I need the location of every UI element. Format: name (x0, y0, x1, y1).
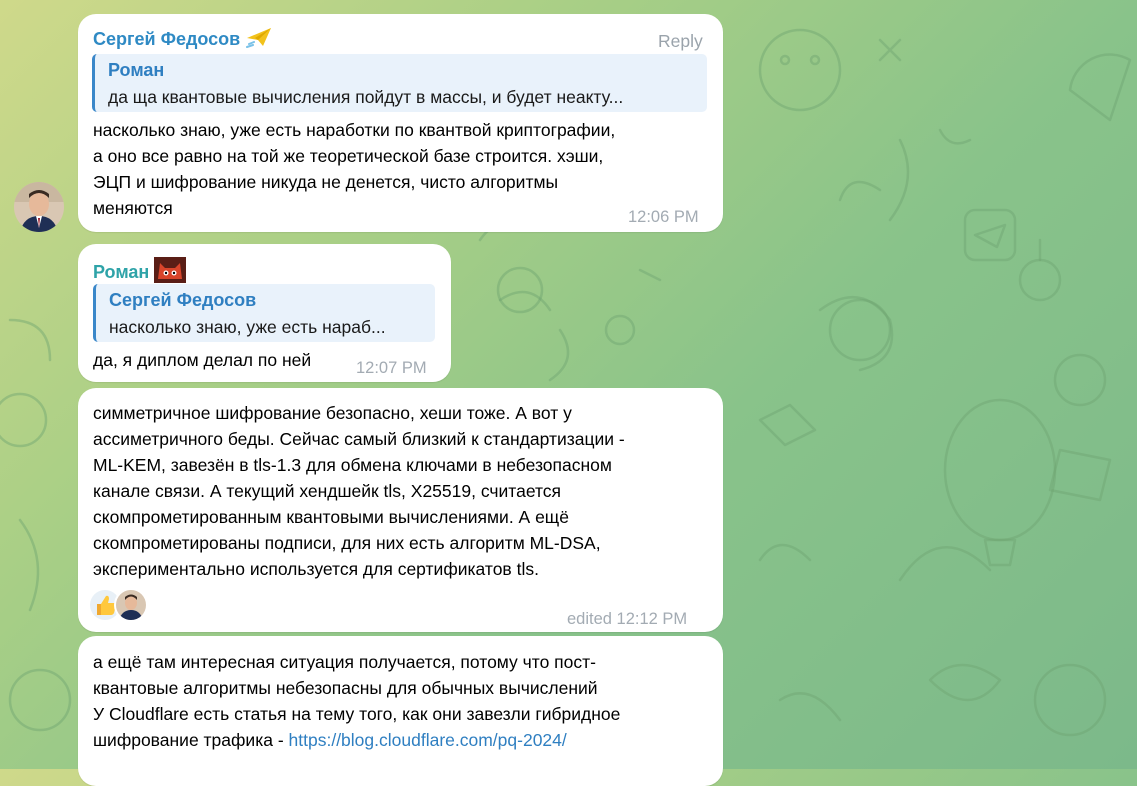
message-line: а ещё там интересная ситуация получается… (93, 652, 596, 672)
quote-author: Роман (108, 60, 165, 80)
message-line: симметричное шифрование безопасно, хеши … (93, 403, 572, 423)
message-text: а ещё там интересная ситуация получается… (93, 649, 620, 753)
sender-name-text: Роман (93, 261, 150, 282)
cloudflare-blog-link[interactable]: https://blog.cloudflare.com/pq-2024/ (289, 730, 567, 750)
message-line: квантовые алгоритмы небезопасны для обыч… (93, 678, 598, 698)
message-line-prefix: шифрование трафика - (93, 730, 289, 750)
message-line: ML-KEM, завезён в tls-1.3 для обмена клю… (93, 455, 612, 475)
message-bubble-fedosov-2[interactable]: симметричное шифрование безопасно, хеши … (78, 388, 723, 632)
message-timestamp: 12:07 PM (356, 359, 427, 377)
message-line: ассиметричного беды. Сейчас самый близки… (93, 429, 625, 449)
message-timestamp: edited 12:12 PM (567, 610, 688, 628)
message-line: ЭЦП и шифрование никуда не денется, чист… (93, 172, 559, 192)
message-bubble-roman[interactable]: Роман Сергей Федосов насколько знаю, уже… (78, 244, 451, 382)
user-avatar[interactable] (114, 588, 148, 622)
quote-author: Сергей Федосов (109, 290, 257, 310)
sergey-fedosov-avatar[interactable] (14, 182, 64, 232)
message-text: симметричное шифрование безопасно, хеши … (93, 400, 625, 582)
message-bubble-fedosov-1[interactable]: Сергей Федосов Reply Роман да ща квантов… (78, 14, 723, 232)
message-line: канале связи. А текущий хендшейк tls, X2… (93, 481, 562, 501)
message-line: скомпрометированы подписи, для них есть … (93, 533, 601, 553)
message-line: скомпрометированным квантовыми вычислени… (93, 507, 569, 527)
message-line: экспериментально используется для сертиф… (93, 559, 539, 579)
reply-quote[interactable]: Роман да ща квантовые вычисления пойдут … (92, 54, 707, 112)
reactions-bar[interactable] (90, 588, 148, 622)
sender-name-text: Сергей Федосов (93, 28, 241, 49)
message-text: да, я диплом делал по ней (93, 347, 311, 373)
message-text: насколько знаю, уже есть наработки по кв… (93, 117, 615, 221)
reply-button[interactable]: Reply (658, 28, 703, 54)
quote-text: насколько знаю, уже есть нараб... (109, 317, 386, 337)
message-line: а оно все равно на той же теоретической … (93, 146, 604, 166)
message-line: да, я диплом делал по ней (93, 350, 312, 370)
sender-name[interactable]: Сергей Федосов (93, 26, 273, 54)
message-timestamp: 12:06 PM (628, 208, 699, 226)
reply-quote[interactable]: Сергей Федосов насколько знаю, уже есть … (93, 284, 435, 342)
message-line: меняются (93, 198, 173, 218)
paper-plane-icon (245, 26, 273, 54)
message-line: насколько знаю, уже есть наработки по кв… (93, 120, 616, 140)
message-bubble-fedosov-3[interactable]: а ещё там интересная ситуация получается… (78, 636, 723, 786)
message-line-with-link: шифрование трафика - https://blog.cloudf… (93, 727, 620, 753)
message-line: У Cloudflare есть статья на тему того, к… (93, 704, 621, 724)
quote-text: да ща квантовые вычисления пойдут в масс… (108, 87, 624, 107)
